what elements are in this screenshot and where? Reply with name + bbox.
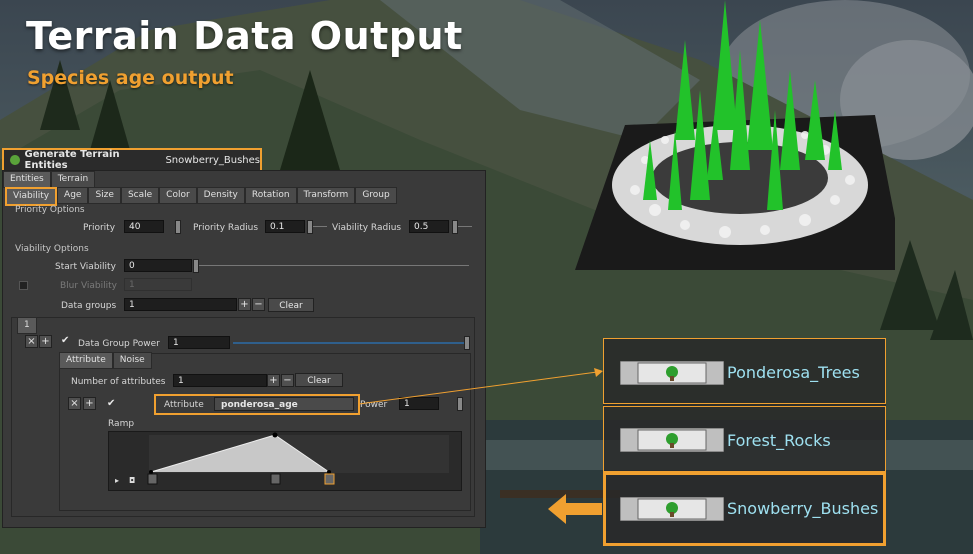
node-icon — [620, 428, 724, 452]
data-groups-label: Data groups — [61, 301, 117, 311]
ramp-label: Ramp — [108, 419, 135, 429]
num-attributes-field[interactable]: 1 — [173, 374, 267, 387]
priority-field[interactable]: 40 — [124, 220, 164, 233]
node-forest-rocks[interactable]: Forest_Rocks — [603, 406, 886, 472]
top-tab-bar: Entities Terrain — [3, 171, 96, 188]
slide-title: Terrain Data Output — [26, 14, 463, 58]
priority-section-title: Priority Options — [15, 205, 85, 215]
terrain-scene — [575, 0, 895, 270]
add-group-button[interactable]: + — [238, 298, 251, 311]
data-group-power-field[interactable]: 1 — [168, 336, 230, 349]
blur-viability-field: 1 — [124, 278, 192, 291]
viability-section-title: Viability Options — [15, 244, 89, 254]
subtab-attribute[interactable]: Attribute — [59, 352, 113, 369]
slider-track — [199, 265, 469, 266]
viability-radius-field[interactable]: 0.5 — [409, 220, 449, 233]
viability-radius-label: Viability Radius — [332, 223, 402, 233]
connector-arrow — [358, 368, 603, 405]
ramp-editor[interactable]: ▸ ◘ — [108, 431, 462, 491]
remove-data-group-button[interactable]: × — [25, 335, 38, 348]
node-icon — [620, 497, 724, 521]
clear-attributes-button[interactable]: Clear — [295, 373, 343, 387]
add-data-group-button[interactable]: + — [39, 335, 52, 348]
add-attr-row-button[interactable]: + — [83, 397, 96, 410]
attribute-tab-bar: Attribute Noise — [59, 352, 152, 369]
slider-track — [313, 226, 327, 227]
data-group-power-slider[interactable] — [464, 336, 470, 350]
ramp-curve: ▸ ◘ — [115, 432, 449, 485]
tab-bar: Viability Age Size Scale Color Density R… — [5, 187, 397, 206]
data-group-power-label: Data Group Power — [78, 339, 160, 349]
tab-viability[interactable]: Viability — [5, 187, 58, 206]
attribute-label: Attribute — [164, 400, 204, 410]
data-groups-field[interactable]: 1 — [124, 298, 237, 311]
start-viability-label: Start Viability — [55, 262, 116, 272]
node-name[interactable]: Snowberry_Bushes — [165, 155, 260, 166]
power-slider-track — [233, 342, 465, 344]
clear-groups-button[interactable]: Clear — [268, 298, 314, 312]
tab-density[interactable]: Density — [196, 187, 245, 204]
svg-text:▸: ▸ — [115, 476, 119, 485]
tab-age[interactable]: Age — [57, 187, 89, 204]
slide-subtitle: Species age output — [27, 67, 234, 89]
tab-entities[interactable]: Entities — [3, 171, 51, 188]
node-label: Snowberry_Bushes — [727, 499, 879, 518]
viability-radius-slider[interactable] — [452, 220, 458, 234]
attribute-enable-check[interactable]: ✔ — [107, 398, 115, 409]
tab-scale[interactable]: Scale — [120, 187, 160, 204]
tab-rotation[interactable]: Rotation — [244, 187, 297, 204]
node-graph: Ponderosa_Trees Forest_Rocks Snowberry_B… — [603, 338, 886, 546]
svg-text:◘: ◘ — [129, 476, 135, 485]
subtab-noise[interactable]: Noise — [112, 352, 152, 369]
data-group-power-check[interactable]: ✔ — [61, 335, 69, 346]
group-tab-1[interactable]: 1 — [17, 317, 37, 334]
node-header: Generate Terrain Entities Snowberry_Bush… — [2, 148, 262, 172]
blur-checkbox[interactable] — [19, 281, 28, 290]
priority-slider[interactable] — [175, 220, 181, 234]
tab-group[interactable]: Group — [355, 187, 397, 204]
tab-size[interactable]: Size — [88, 187, 121, 204]
node-type-icon — [10, 155, 20, 165]
attribute-dropdown[interactable]: ponderosa_age — [214, 397, 354, 411]
priority-radius-slider[interactable] — [307, 220, 313, 234]
slider-track — [458, 226, 472, 227]
add-attribute-button[interactable]: + — [267, 374, 280, 387]
tab-transform[interactable]: Transform — [296, 187, 356, 204]
start-viability-field[interactable]: 0 — [124, 259, 192, 272]
start-viability-slider[interactable] — [193, 259, 199, 273]
blur-viability-label: Blur Viability — [60, 281, 117, 291]
node-label: Ponderosa_Trees — [727, 363, 860, 382]
remove-attr-row-button[interactable]: × — [68, 397, 81, 410]
node-icon — [620, 361, 724, 385]
priority-radius-label: Priority Radius — [193, 223, 259, 233]
node-type-title: Generate Terrain Entities — [24, 149, 120, 171]
tab-color[interactable]: Color — [159, 187, 197, 204]
remove-attribute-button[interactable]: − — [281, 374, 294, 387]
node-ponderosa-trees[interactable]: Ponderosa_Trees — [603, 338, 886, 404]
priority-label: Priority — [83, 223, 116, 233]
priority-radius-field[interactable]: 0.1 — [265, 220, 305, 233]
selected-node-arrow — [548, 494, 602, 524]
num-attributes-label: Number of attributes — [71, 377, 166, 387]
tab-terrain[interactable]: Terrain — [50, 171, 96, 188]
parameter-panel: Entities Terrain Viability Age Size Scal… — [2, 170, 486, 528]
node-label: Forest_Rocks — [727, 431, 831, 450]
node-snowberry-bushes[interactable]: Snowberry_Bushes — [603, 472, 886, 546]
remove-group-button[interactable]: − — [252, 298, 265, 311]
